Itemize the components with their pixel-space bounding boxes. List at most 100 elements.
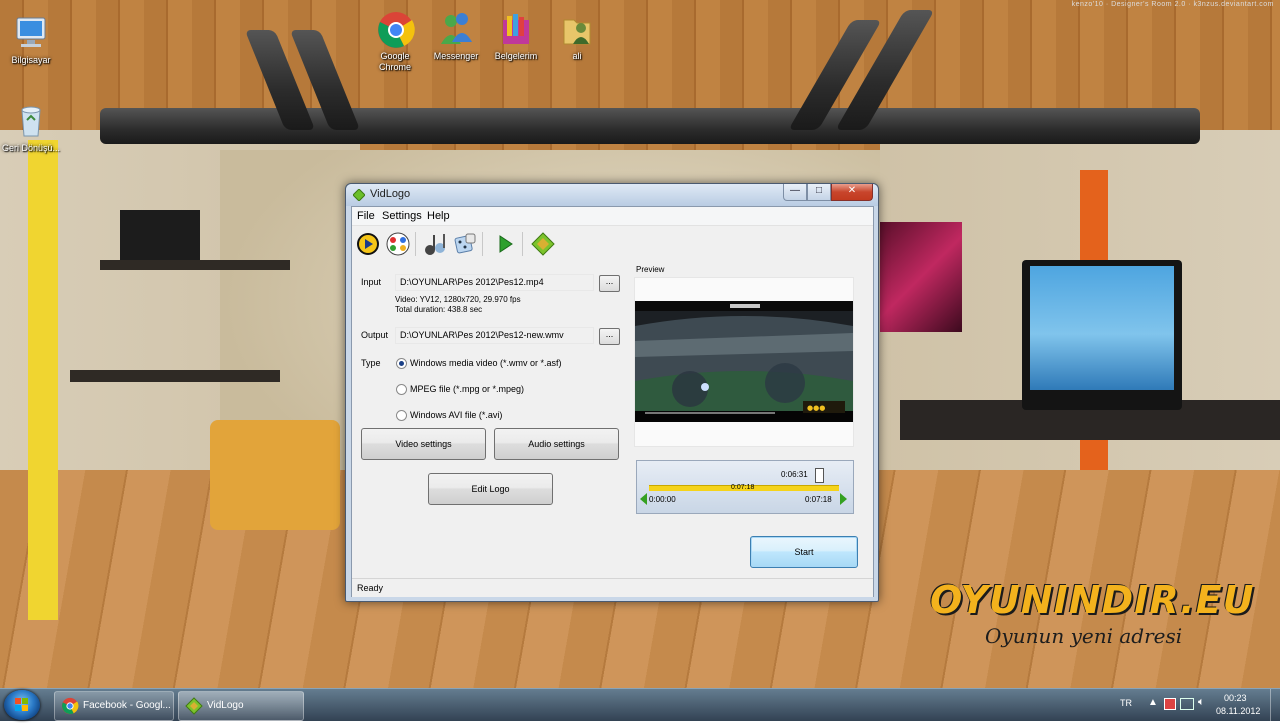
input-video-info: Video: YV12, 1280x720, 29.970 fps: [395, 295, 521, 304]
desktop-icon-messenger[interactable]: Messenger: [425, 10, 487, 62]
taskbar-item-label: Facebook - Googl...: [83, 700, 171, 711]
minimize-button[interactable]: —: [783, 184, 807, 201]
current-time-label: 0:06:31: [781, 470, 808, 479]
app-icon: [352, 188, 366, 202]
title-bar[interactable]: VidLogo — □ ✕: [346, 184, 878, 206]
output-path-field[interactable]: D:\OYUNLAR\Pes 2012\Pes12-new.wmv: [395, 327, 594, 344]
playhead-handle[interactable]: [815, 468, 824, 483]
chrome-icon: [376, 10, 415, 48]
windows-logo-icon: [15, 698, 28, 711]
radio-avi-label: Windows AVI file (*.avi): [410, 410, 503, 420]
desktop-icon-documents[interactable]: Belgelerim: [485, 10, 547, 62]
maximize-button[interactable]: □: [807, 184, 831, 201]
radio-button-selected[interactable]: [396, 357, 407, 369]
desktop-icon-label: Geri Dönüşü...: [1, 143, 61, 153]
desktop-icon-label: Belgelerim: [494, 51, 538, 61]
range-end-handle[interactable]: [840, 493, 847, 505]
video-settings-button[interactable]: Video settings: [361, 428, 486, 460]
taskbar-item-vidlogo[interactable]: VidLogo: [178, 691, 304, 721]
toolbar-separator: [482, 232, 483, 256]
desktop-icon-computer[interactable]: Bilgisayar: [0, 14, 62, 66]
wall-shelf: [100, 260, 290, 270]
range-start-time: 0:00:00: [649, 495, 676, 504]
start-button-orb[interactable]: [4, 690, 40, 720]
vidlogo-icon: [185, 697, 203, 715]
input-label: Input: [361, 277, 382, 287]
radio-mpeg[interactable]: MPEG file (*.mpg or *.mpeg): [396, 383, 524, 395]
show-hidden-icons[interactable]: ▲: [1148, 697, 1158, 708]
documents-icon: [497, 10, 535, 48]
audio-settings-button[interactable]: Audio settings: [494, 428, 619, 460]
timeline-panel[interactable]: 0:06:31 0:07:18 0:00:00 0:07:18: [636, 460, 854, 514]
selection-length-label: 0:07:18: [731, 484, 755, 491]
film-reel-icon[interactable]: [385, 231, 411, 257]
recycle-bin-icon: [12, 102, 50, 140]
edit-logo-button[interactable]: Edit Logo: [428, 473, 553, 505]
desktop-icon-chrome[interactable]: Google Chrome: [364, 10, 426, 73]
desktop-icon-label: Google Chrome: [378, 51, 411, 72]
menu-settings[interactable]: Settings: [382, 210, 422, 222]
yellow-pillar: [28, 140, 58, 620]
logo-icon[interactable]: [530, 231, 556, 257]
input-path-field[interactable]: D:\OYUNLAR\Pes 2012\Pes12.mp4: [395, 274, 594, 291]
network-icon[interactable]: [1180, 698, 1194, 710]
action-center-icon[interactable]: [1164, 698, 1176, 710]
volume-icon[interactable]: 🔈︎: [1198, 696, 1205, 709]
radio-wmv[interactable]: Windows media video (*.wmv or *.asf): [396, 357, 562, 369]
clock-date[interactable]: 08.11.2012: [1216, 706, 1260, 716]
dice-icon[interactable]: [452, 231, 478, 257]
close-button[interactable]: ✕: [831, 184, 873, 201]
site-watermark: OYUNINDIR.EU: [930, 578, 1255, 622]
tv-screen: [1030, 266, 1174, 390]
radio-button[interactable]: [396, 383, 407, 395]
system-tray: TR ▲ 🔈︎ 00:23 08.11.2012: [1110, 689, 1280, 721]
minimize-icon: —: [790, 185, 800, 196]
input-browse-button[interactable]: ...: [599, 275, 620, 292]
status-text: Ready: [357, 583, 384, 593]
taskbar-item-label: VidLogo: [207, 700, 244, 711]
desktop-icon-label: Messenger: [433, 51, 479, 61]
desktop-icon-label: Bilgisayar: [11, 55, 51, 65]
language-indicator[interactable]: TR: [1120, 698, 1132, 708]
range-start-handle[interactable]: [640, 493, 647, 505]
computer-icon: [12, 14, 50, 52]
window-client: File Settings Help Input D:\OYUNLAR\Pes …: [351, 206, 874, 597]
start-button[interactable]: Start: [750, 536, 858, 568]
speaker: [120, 210, 200, 260]
window-title: VidLogo: [370, 188, 411, 200]
taskbar: Facebook - Googl... VidLogo TR ▲ 🔈︎ 00:2…: [0, 688, 1280, 721]
window-controls: — □ ✕: [783, 184, 873, 201]
site-slogan: Oyunun yeni adresi: [985, 624, 1183, 648]
armchair: [210, 420, 340, 530]
start-arrow-icon[interactable]: [492, 231, 518, 257]
play-icon[interactable]: [355, 231, 381, 257]
toolbar-separator: [522, 232, 523, 256]
menu-file[interactable]: File: [357, 210, 375, 222]
music-icon[interactable]: [422, 231, 448, 257]
vidlogo-window: VidLogo — □ ✕ File Settings Help Input D…: [345, 183, 879, 602]
input-duration-info: Total duration: 438.8 sec: [395, 305, 483, 314]
taskbar-item-chrome[interactable]: Facebook - Googl...: [54, 691, 174, 721]
output-label: Output: [361, 330, 389, 340]
radio-button[interactable]: [396, 409, 407, 421]
wallpaper-credit: kenzo'10 · Designer's Room 2.0 · k3nzus.…: [1071, 1, 1274, 8]
menu-bar: File Settings Help: [352, 207, 873, 226]
show-desktop-button[interactable]: [1270, 689, 1280, 721]
toolbar-separator: [415, 232, 416, 256]
range-end-time: 0:07:18: [805, 495, 832, 504]
chrome-icon: [61, 697, 79, 715]
toolbar: [352, 226, 873, 259]
radio-wmv-label: Windows media video (*.wmv or *.asf): [410, 358, 562, 368]
radio-mpeg-label: MPEG file (*.mpg or *.mpeg): [410, 384, 525, 394]
desktop-icon-user-folder[interactable]: ali: [546, 10, 608, 62]
output-browse-button[interactable]: ...: [599, 328, 620, 345]
video-preview: ●●●: [635, 301, 853, 422]
messenger-icon: [437, 10, 475, 48]
wall-poster: [880, 222, 962, 332]
radio-avi[interactable]: Windows AVI file (*.avi): [396, 409, 502, 421]
close-icon: ✕: [847, 185, 857, 196]
user-folder-icon: [558, 10, 596, 48]
menu-help[interactable]: Help: [427, 210, 450, 222]
clock-time[interactable]: 00:23: [1224, 693, 1247, 703]
desktop-icon-recycle-bin[interactable]: Geri Dönüşü...: [0, 102, 62, 154]
